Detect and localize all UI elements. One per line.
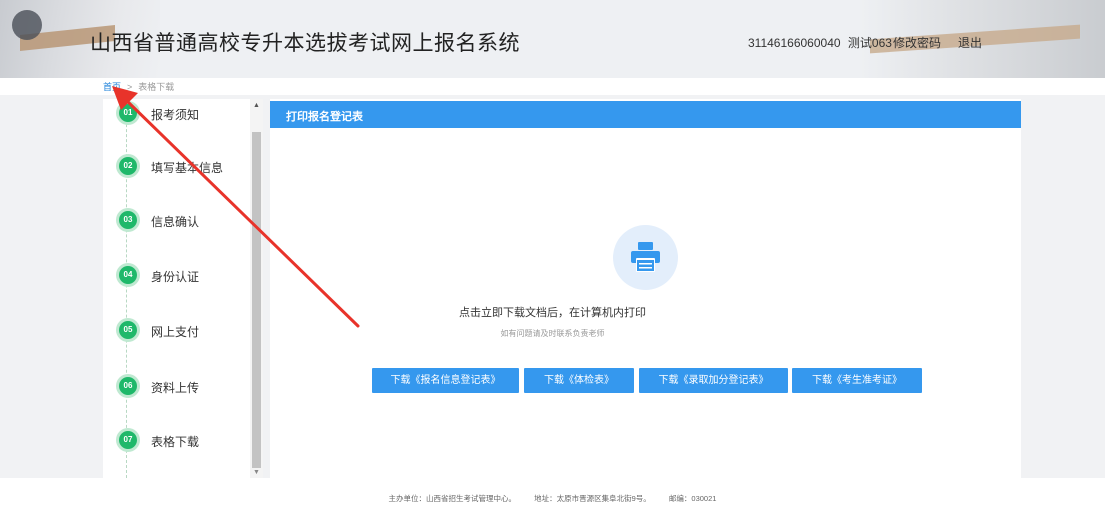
user-info: 31146166060040 测试063 xyxy=(748,34,892,51)
step-label: 填写基本信息 xyxy=(151,161,224,175)
footer-address: 地址：太原市晋源区集阜北街9号。 xyxy=(534,494,651,503)
step-label: 表格下载 xyxy=(151,435,200,449)
step-label: 资料上传 xyxy=(151,381,200,395)
panel-title: 打印报名登记表 xyxy=(286,111,363,123)
header-photo-student xyxy=(12,10,42,40)
step-label: 报考须知 xyxy=(151,108,200,122)
step-label: 信息确认 xyxy=(151,215,200,229)
step-number-badge: 07 xyxy=(119,431,137,449)
step-number-badge: 06 xyxy=(119,377,137,395)
footer: 主办单位：山西省招生考试管理中心。 地址：太原市晋源区集阜北街9号。 邮编：03… xyxy=(0,493,1105,504)
step-number-badge: 02 xyxy=(119,157,137,175)
download-bonus-points-form-button[interactable]: 下载《录取加分登记表》 xyxy=(639,368,788,393)
step-item-2[interactable]: 02 填写基本信息 xyxy=(103,151,258,181)
footer-organizer: 主办单位：山西省招生考试管理中心。 xyxy=(388,494,517,503)
download-admission-ticket-button[interactable]: 下载《考生准考证》 xyxy=(792,368,922,393)
printer-icon xyxy=(613,225,678,290)
step-sidebar: 01 报考须知 02 填写基本信息 03 信息确认 04 身份认证 05 网上支… xyxy=(103,99,258,478)
change-password-link[interactable]: 修改密码 xyxy=(893,34,941,51)
sidebar-scrollbar-thumb[interactable] xyxy=(252,132,261,468)
download-instruction: 点击立即下载文档后，在计算机内打印 xyxy=(459,307,646,319)
scroll-down-arrow-icon[interactable]: ▼ xyxy=(251,468,262,478)
system-title: 山西省普通高校专升本选拔考试网上报名系统 xyxy=(90,32,520,55)
panel-header xyxy=(270,101,1021,128)
step-item-4[interactable]: 04 身份认证 xyxy=(103,260,258,290)
breadcrumb-home-link[interactable]: 首页 xyxy=(103,82,121,92)
logout-link[interactable]: 退出 xyxy=(958,34,982,51)
breadcrumb-current: 表格下载 xyxy=(138,82,175,92)
step-item-7[interactable]: 07 表格下载 xyxy=(103,425,258,455)
download-registration-form-button[interactable]: 下载《报名信息登记表》 xyxy=(372,368,519,393)
user-name: 测试063 xyxy=(847,36,892,50)
step-number-badge: 03 xyxy=(119,211,137,229)
step-item-3[interactable]: 03 信息确认 xyxy=(103,205,258,235)
step-number-badge: 04 xyxy=(119,266,137,284)
breadcrumb: 首页 > 表格下载 xyxy=(103,80,174,93)
step-item-1[interactable]: 01 报考须知 xyxy=(103,99,258,128)
step-item-6[interactable]: 06 资料上传 xyxy=(103,371,258,401)
step-label: 身份认证 xyxy=(151,270,200,284)
contact-hint: 如有问题请及时联系负责老师 xyxy=(500,329,605,338)
scroll-up-arrow-icon[interactable]: ▲ xyxy=(251,100,262,112)
step-number-badge: 01 xyxy=(119,104,137,122)
breadcrumb-separator: > xyxy=(127,82,133,92)
download-health-check-form-button[interactable]: 下载《体检表》 xyxy=(524,368,634,393)
user-id: 31146166060040 xyxy=(748,36,841,50)
footer-postcode: 邮编：030021 xyxy=(668,494,717,503)
